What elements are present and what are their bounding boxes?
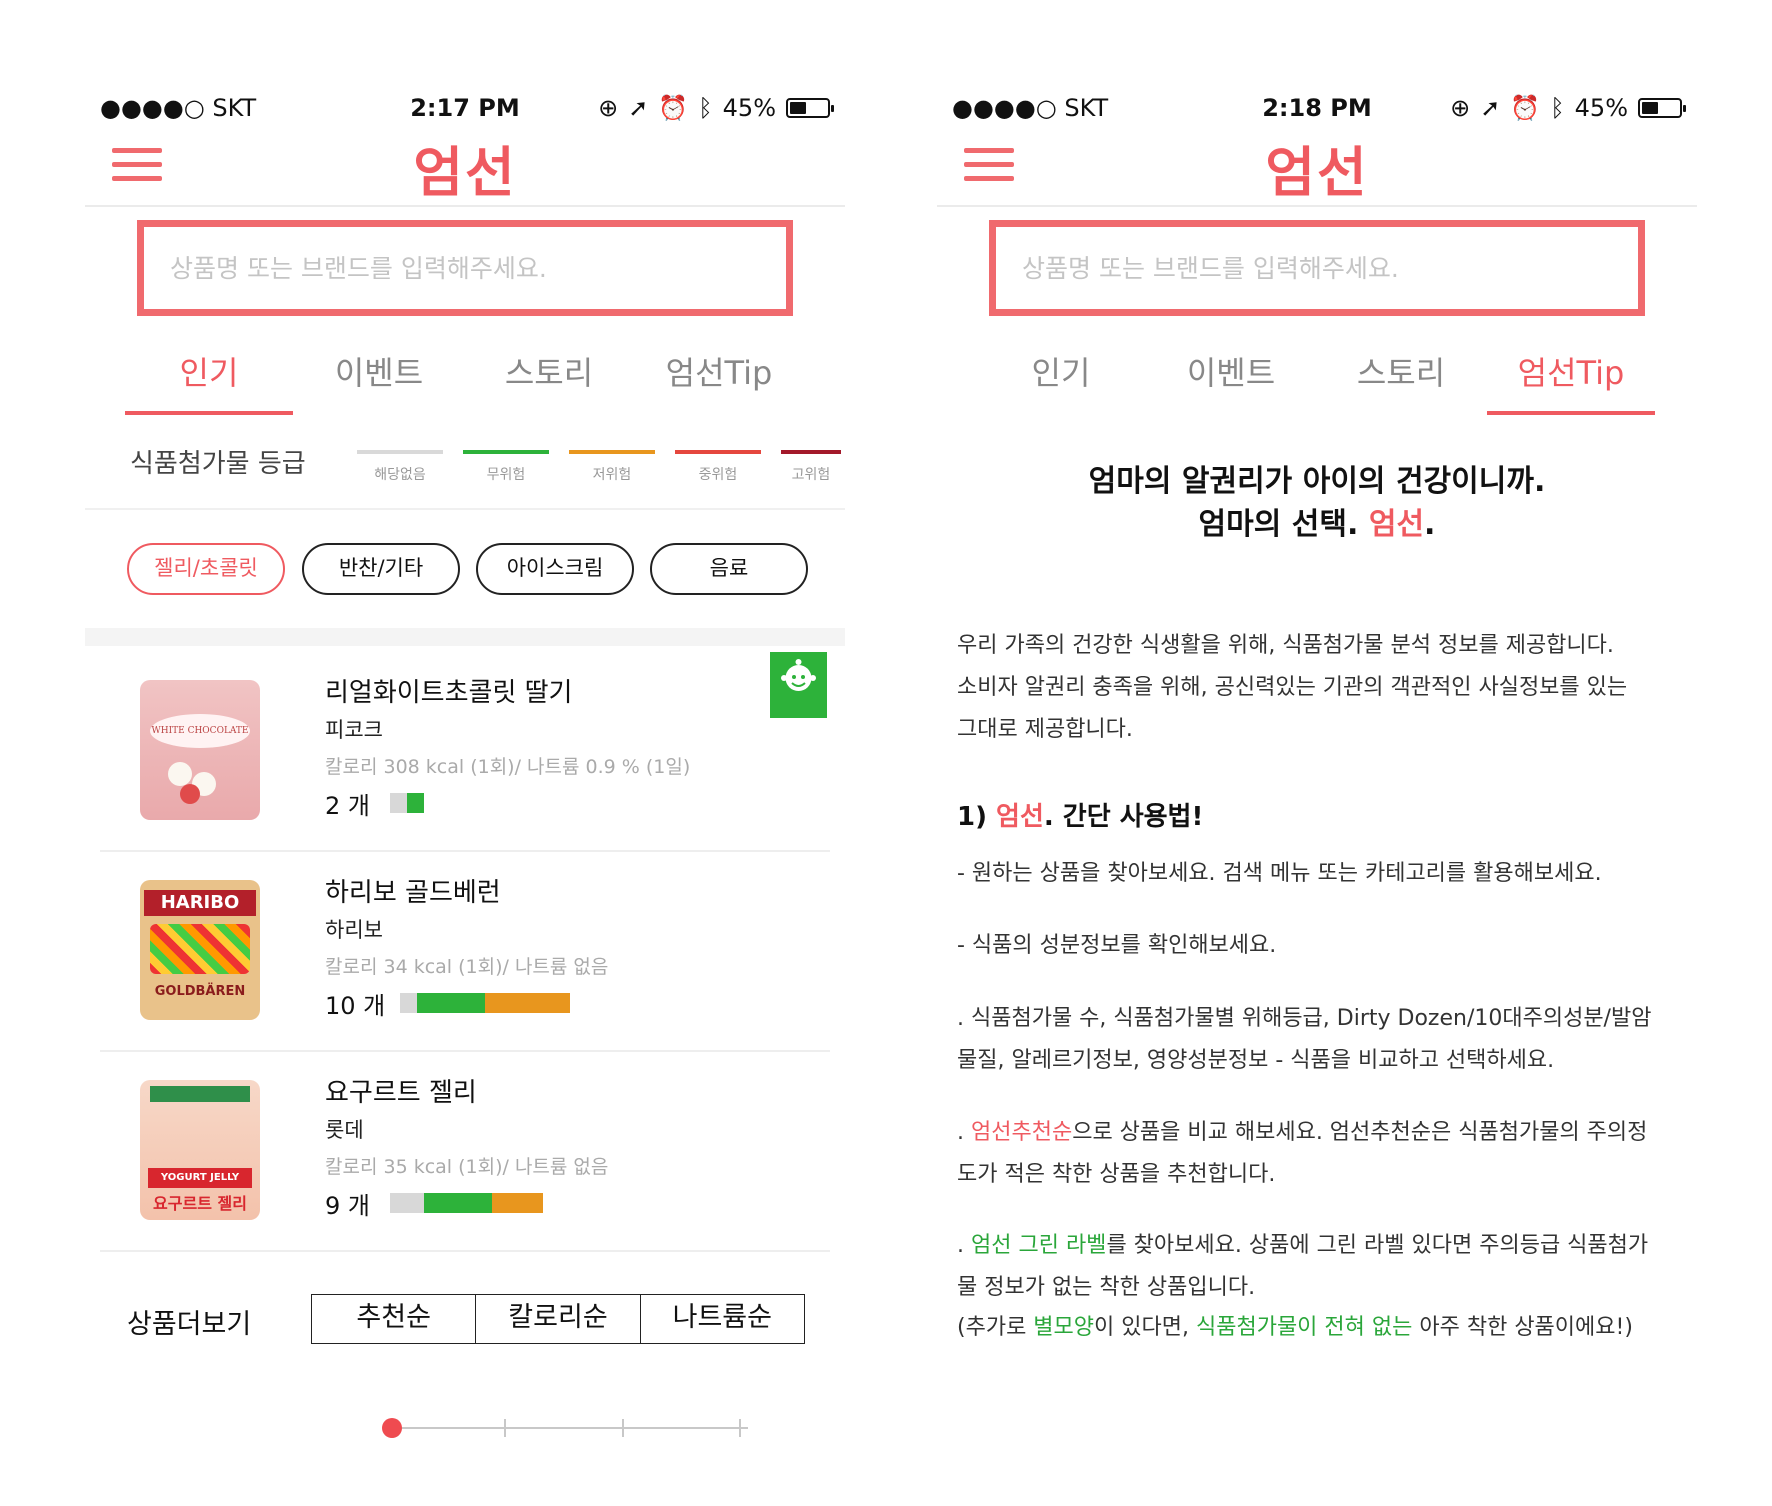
grade-bar-none: [390, 793, 407, 813]
search-input[interactable]: [168, 227, 772, 309]
product-brand: 하리보: [325, 918, 383, 942]
tab-tip[interactable]: 엄선Tip: [1487, 345, 1655, 415]
sort-sodium[interactable]: 나트륨순: [641, 1295, 804, 1343]
grade-bar-none: [400, 993, 417, 1013]
grade-bar: [390, 1193, 543, 1213]
status-right: ⊕ ➚ ⏰ ᛒ 45%: [598, 94, 834, 122]
product-name: 하리보 골드베런: [325, 878, 501, 908]
bluetooth-icon: ᛒ: [1550, 94, 1565, 122]
rotation-lock-icon: ⊕: [598, 94, 619, 122]
battery-percent: 45%: [722, 94, 776, 122]
grade-bar: [400, 993, 570, 1013]
grade-low: 저위험: [569, 450, 655, 484]
list-top-band: [85, 628, 845, 646]
grade-bar: [390, 793, 424, 813]
search-box[interactable]: [989, 220, 1645, 316]
location-icon: ➚: [628, 94, 649, 122]
product-nutrition: 칼로리 35 kcal (1회)/ 나트륨 없음: [325, 1156, 609, 1178]
additive-count: 10 개: [325, 992, 386, 1020]
tab-popular[interactable]: 인기: [977, 345, 1145, 415]
intro-text: 우리 가족의 건강한 식생활을 위해, 식품첨가물 분석 정보를 제공합니다. …: [957, 633, 1628, 742]
list-item[interactable]: WHITE CHOCOLATE 리얼화이트초콜릿 딸기 피코크 칼로리 308 …: [100, 652, 830, 852]
chip-jelly-chocolate[interactable]: 젤리/초콜릿: [127, 543, 285, 595]
search-input[interactable]: [1020, 227, 1624, 309]
tip-ingredients: - 식품의 성분정보를 확인해보세요.: [957, 933, 1277, 958]
header-divider: [937, 205, 1697, 207]
screen-tip: ●●●●○ SKT 2:18 PM ⊕ ➚ ⏰ ᛒ 45% 엄선 인기 이벤트 …: [937, 0, 1697, 1506]
product-image: YOGURT JELLY 요구르트 젤리: [140, 1080, 260, 1220]
additive-count: 9 개: [325, 1192, 370, 1220]
main-tabs: 인기 이벤트 스토리 엄선Tip: [125, 345, 805, 415]
header-divider: [85, 205, 845, 207]
tab-event[interactable]: 이벤트: [295, 345, 463, 415]
grade-none: 해당없음: [357, 450, 443, 484]
battery-icon: [1638, 98, 1686, 118]
grade-high: 고위험: [781, 450, 841, 484]
product-brand: 롯데: [325, 1118, 364, 1142]
app-logo: 엄선: [413, 141, 517, 204]
screen-popular: ●●●●○ SKT 2:17 PM ⊕ ➚ ⏰ ᛒ 45% 엄선 인기 이벤트 …: [85, 0, 845, 1506]
page-indicator-dot: [382, 1418, 402, 1438]
battery-percent: 45%: [1574, 94, 1628, 122]
grade-medium: 중위험: [675, 450, 761, 484]
grade-bar-low: [485, 993, 570, 1013]
battery-icon: [786, 98, 834, 118]
grade-legend-title: 식품첨가물 등급: [130, 449, 306, 479]
tab-event[interactable]: 이벤트: [1147, 345, 1315, 415]
status-bar: ●●●●○ SKT 2:17 PM ⊕ ➚ ⏰ ᛒ 45%: [100, 90, 834, 130]
tip-search: - 원하는 상품을 찾아보세요. 검색 메뉴 또는 카테고리를 활용해보세요.: [957, 861, 1602, 886]
tip-green-label: . 엄선 그린 라벨를 찾아보세요. 상품에 그린 라벨 있다면 주의등급 식품…: [957, 1233, 1649, 1340]
page-indicator[interactable]: [382, 1413, 752, 1443]
more-products-label: 상품더보기: [127, 1309, 252, 1340]
product-nutrition: 칼로리 308 kcal (1회)/ 나트륨 0.9 % (1일): [325, 756, 691, 778]
tip-headline: 엄마의 알권리가 아이의 건강이니까. 엄마의 선택. 엄선.: [1088, 464, 1546, 542]
main-tabs: 인기 이벤트 스토리 엄선Tip: [977, 345, 1657, 415]
grade-bar-safe: [407, 793, 424, 813]
list-item[interactable]: YOGURT JELLY 요구르트 젤리 요구르트 젤리 롯데 칼로리 35 k…: [100, 1052, 830, 1252]
legend-divider: [85, 508, 845, 510]
bluetooth-icon: ᛒ: [698, 94, 713, 122]
app-logo: 엄선: [1265, 141, 1369, 204]
tab-popular[interactable]: 인기: [125, 345, 293, 415]
list-item[interactable]: HARIBO GOLDBÄREN 하리보 골드베런 하리보 칼로리 34 kca…: [100, 852, 830, 1052]
chip-ice-cream[interactable]: 아이스크림: [476, 543, 634, 595]
alarm-icon: ⏰: [1510, 94, 1541, 122]
tab-story[interactable]: 스토리: [465, 345, 633, 415]
chip-side-dish[interactable]: 반찬/기타: [302, 543, 460, 595]
product-image: WHITE CHOCOLATE: [140, 680, 260, 820]
alarm-icon: ⏰: [658, 94, 689, 122]
location-icon: ➚: [1480, 94, 1501, 122]
product-nutrition: 칼로리 34 kcal (1회)/ 나트륨 없음: [325, 956, 609, 978]
grade-bar-low: [492, 1193, 543, 1213]
status-right: ⊕ ➚ ⏰ ᛒ 45%: [1450, 94, 1686, 122]
rotation-lock-icon: ⊕: [1450, 94, 1471, 122]
tab-story[interactable]: 스토리: [1317, 345, 1485, 415]
grade-safe: 무위험: [463, 450, 549, 484]
product-name: 요구르트 젤리: [325, 1078, 477, 1108]
chip-beverage[interactable]: 음료: [650, 543, 808, 595]
grade-bar-safe: [424, 1193, 492, 1213]
search-box[interactable]: [137, 220, 793, 316]
sort-calorie[interactable]: 칼로리순: [476, 1295, 641, 1343]
sort-recommended[interactable]: 추천순: [312, 1295, 477, 1343]
grade-bar-safe: [417, 993, 485, 1013]
usage-heading: 1) 엄선. 간단 사용법!: [957, 802, 1204, 832]
additive-count: 2 개: [325, 792, 370, 820]
tab-tip[interactable]: 엄선Tip: [635, 345, 803, 415]
status-bar: ●●●●○ SKT 2:18 PM ⊕ ➚ ⏰ ᛒ 45%: [952, 90, 1686, 130]
product-name: 리얼화이트초콜릿 딸기: [325, 678, 573, 708]
tip-additives: . 식품첨가물 수, 식품첨가물별 위해등급, Dirty Dozen/10대주…: [957, 1006, 1652, 1073]
grade-bar-none: [390, 1193, 424, 1213]
product-brand: 피코크: [325, 718, 383, 742]
product-image: HARIBO GOLDBÄREN: [140, 880, 260, 1020]
tip-recommend-sort: . 엄선추천순으로 상품을 비교 해보세요. 엄선추천순은 식품첨가물의 주의정…: [957, 1120, 1648, 1187]
sort-options: 추천순 칼로리순 나트륨순: [311, 1294, 805, 1344]
